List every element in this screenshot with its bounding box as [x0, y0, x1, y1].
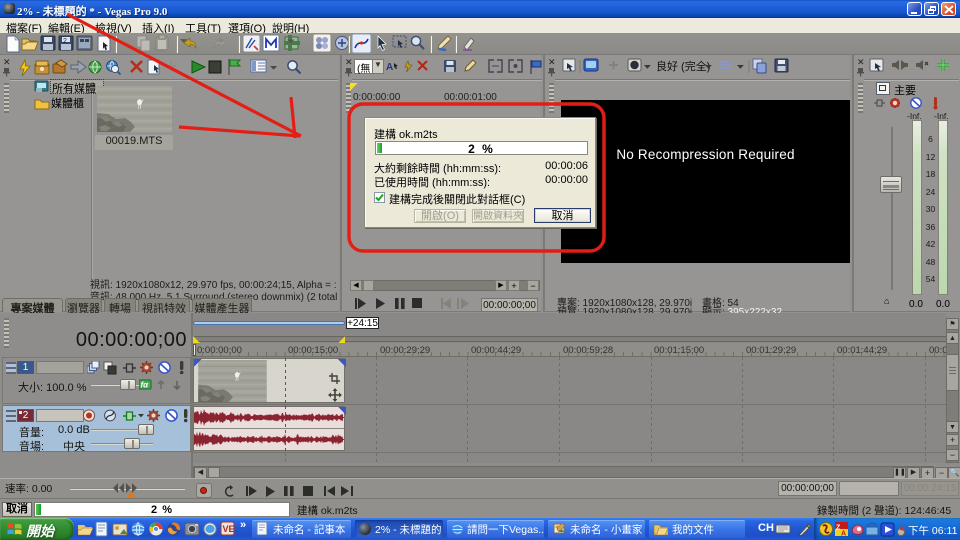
svg-text:良好 (完全): 良好 (完全)	[656, 59, 710, 73]
svg-text:fα: fα	[141, 381, 150, 390]
svg-text:A: A	[386, 62, 393, 73]
svg-text:A: A	[841, 531, 846, 538]
svg-text:2: 2	[63, 38, 67, 45]
svg-text:VE: VE	[223, 524, 235, 534]
